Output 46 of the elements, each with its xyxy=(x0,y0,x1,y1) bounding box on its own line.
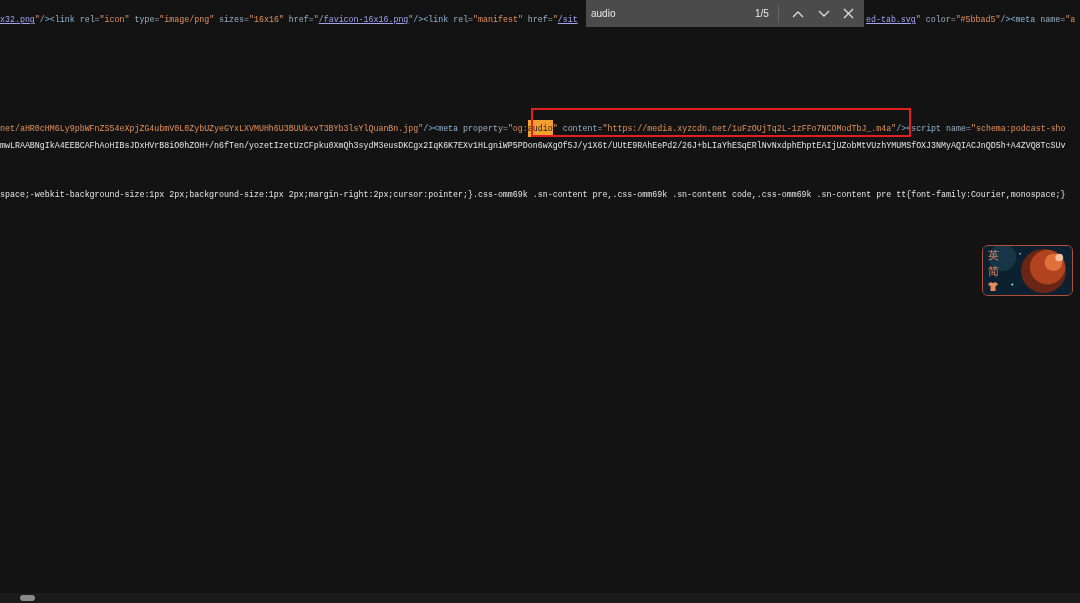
attribute-value: " xyxy=(313,14,319,26)
link-text[interactable]: ed-tab.svg xyxy=(866,11,916,28)
attribute-value: "image/png" xyxy=(159,14,215,26)
shirt-icon[interactable] xyxy=(988,282,998,291)
attribute-value: " xyxy=(552,123,558,135)
attribute-value: " xyxy=(552,14,558,26)
attribute-name: name= xyxy=(1040,14,1066,26)
link-text[interactable]: x32.png xyxy=(0,11,35,28)
tag-text: /><meta xyxy=(423,123,460,135)
link-text[interactable]: /favicon-16x16.png xyxy=(318,11,409,28)
attribute-name: rel= xyxy=(453,14,474,26)
attribute-name: name= xyxy=(946,123,971,135)
link-text[interactable]: /sit xyxy=(557,11,578,28)
attribute-value: "og: xyxy=(507,123,528,135)
tag-text: /><meta xyxy=(1000,14,1037,26)
previous-match-icon[interactable] xyxy=(792,9,804,18)
attribute-name: property= xyxy=(463,123,508,135)
attribute-name: color= xyxy=(924,14,956,26)
attribute-name: rel= xyxy=(79,14,100,26)
attribute-value: "icon" xyxy=(99,14,130,26)
source-text: space;-webkit-background-size:1px 2px;background-size:1px 2px;margin-right:2px;cursor:pointer;}.css-omm69k .sn-content pre,.css-omm69k .sn-content code,.css-omm69k .sn-content pre tt{font-family:Courier,monospace;} xyxy=(0,189,1066,201)
scrollbar-thumb[interactable] xyxy=(20,595,35,601)
match-count: 1/5 xyxy=(755,7,770,21)
attribute-value: " xyxy=(34,14,40,26)
tag-text: /><link xyxy=(413,14,450,26)
attribute-value: "https://media.xyzcdn.net/1uFzOUjTq2L-1zFFo7NCOModTbJ_.m4a" xyxy=(602,123,897,135)
close-icon[interactable] xyxy=(843,8,854,19)
attribute-value: "manifest" xyxy=(473,14,523,26)
attribute-value: "16x16" xyxy=(249,14,284,26)
attribute-value: "a xyxy=(1065,14,1076,26)
next-match-icon[interactable] xyxy=(818,9,830,18)
attribute-name: href= xyxy=(287,14,314,26)
attribute-name: href= xyxy=(526,14,553,26)
attribute-value: "#5bbad5" xyxy=(955,14,1001,26)
floating-widget[interactable]: 英 简 xyxy=(982,245,1073,296)
source-text: mwLRAABNgIkA4EEBCAFhAoHIBsJDxHVrB8iO0hZOH+/n6fTen/yozetIzetUzCFpku0XmQh3sydM3eusDKCgx2IqK6K7EXv1HLgniWP5PDon6wXgOf5J/y1X6t/UUtE9RAhEePd2/26J+bLIaYhESqERlNvNxdphEhptEAIjUZobMtVUzhYMUMSfOXJ3NMyAQIACJnQD5h+A4ZVQ8TcSUv xyxy=(0,140,1066,152)
find-input[interactable]: audio xyxy=(591,6,741,21)
attribute-name: content= xyxy=(561,123,603,135)
attribute-value: "schema:podcast-sho xyxy=(970,123,1066,135)
attribute-value: " xyxy=(408,14,414,26)
attribute-name: sizes= xyxy=(218,14,249,26)
language-label[interactable]: 简 xyxy=(987,265,999,279)
attribute-value: net/aHR0cHM6Ly9pbWFnZS54eXpjZG4ubmV0L0ZybUZyeGYxLXVMUHh6U3BUUkxvT3BYb3lsYlQuanBn.jpg" xyxy=(0,123,424,135)
tag-text: /><link xyxy=(39,14,76,26)
attribute-value: " xyxy=(915,14,921,26)
attribute-name: type= xyxy=(133,14,160,26)
